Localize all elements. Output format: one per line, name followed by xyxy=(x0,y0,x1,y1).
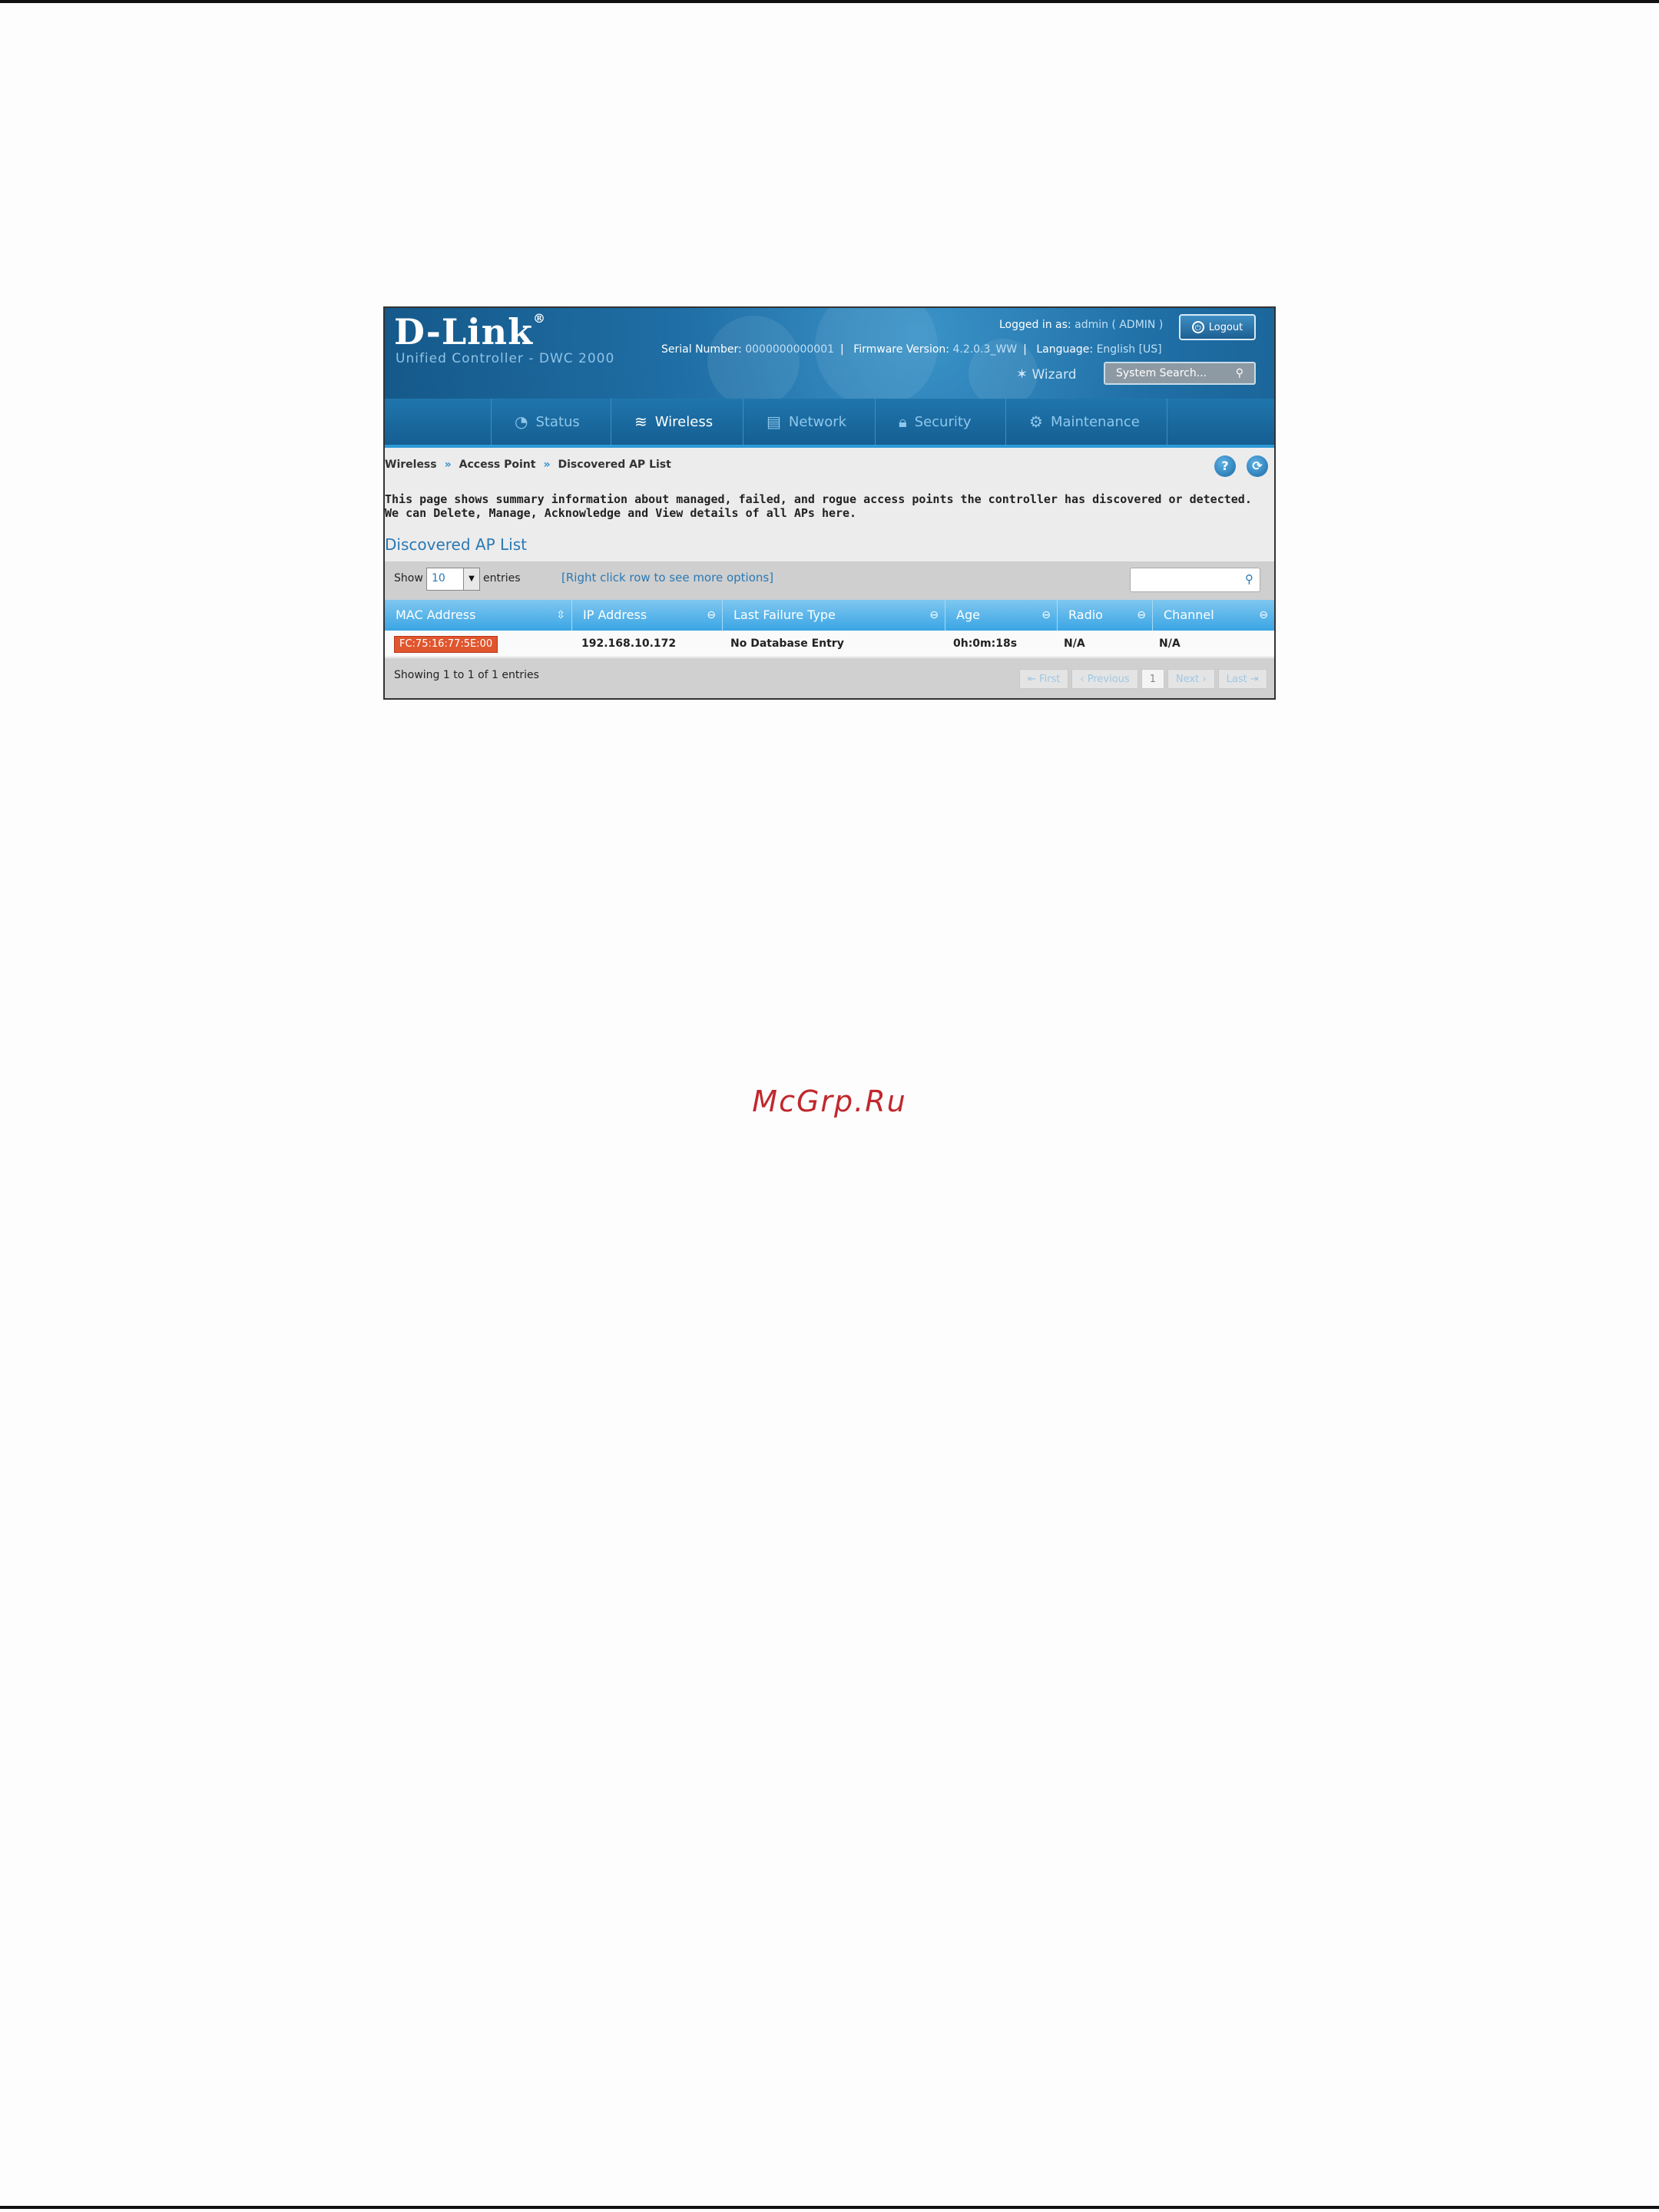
serial-number: 0000000000001 xyxy=(745,343,835,356)
sort-icon: ⊖ xyxy=(1137,609,1146,621)
sort-icon: ⊖ xyxy=(707,609,716,621)
language-link[interactable]: English [US] xyxy=(1097,343,1162,356)
nav-maintenance[interactable]: ⚙ Maintenance xyxy=(1005,399,1167,445)
logout-button[interactable]: ⏻ Logout xyxy=(1179,314,1256,340)
product-subtitle: Unified Controller - DWC 2000 xyxy=(396,351,615,366)
cell-channel: N/A xyxy=(1159,637,1181,650)
refresh-icon[interactable]: ⟳ xyxy=(1247,455,1268,477)
sort-icon: ⊖ xyxy=(1259,609,1268,621)
search-icon: ⚲ xyxy=(1235,367,1243,379)
entries-select[interactable]: 10 ▼ xyxy=(426,568,480,591)
pager-next[interactable]: Next › xyxy=(1167,669,1215,689)
col-channel[interactable]: Channel ⊖ xyxy=(1153,600,1274,631)
lock-icon: 🔒︎ xyxy=(899,412,907,431)
pager-current: 1 xyxy=(1141,669,1164,689)
col-radio[interactable]: Radio ⊖ xyxy=(1058,600,1153,631)
top-rule xyxy=(0,0,1659,3)
pager-first[interactable]: ⇤ First xyxy=(1019,669,1069,689)
pager-last[interactable]: Last ⇥ xyxy=(1217,669,1267,689)
table-row[interactable]: FC:75:16:77:5E:00 192.168.10.172 No Data… xyxy=(385,631,1274,657)
search-icon: ⚲ xyxy=(1245,572,1253,586)
sort-icon: ⊖ xyxy=(929,609,939,621)
cell-age: 0h:0m:18s xyxy=(953,637,1018,650)
firmware-version: 4.2.0.3_WW xyxy=(952,343,1018,356)
pagination: ⇤ First ‹ Previous 1 Next › Last ⇥ xyxy=(1019,669,1267,689)
cell-failure: No Database Entry xyxy=(730,637,844,650)
right-click-hint: [Right click row to see more options] xyxy=(561,571,774,584)
breadcrumb-access-point[interactable]: Access Point xyxy=(459,459,536,471)
main-nav: ◔ Status ≋ Wireless ▤ Network 🔒︎ Security ⚙ M… xyxy=(385,399,1274,448)
showing-count: Showing 1 to 1 of 1 entries xyxy=(394,669,539,681)
gears-icon: ⚙ xyxy=(1029,412,1043,431)
network-icon: ▤ xyxy=(767,412,781,431)
sort-icon: ⇳ xyxy=(556,609,565,621)
page-help-icons: ? ⟳ xyxy=(1214,455,1268,477)
wand-icon: ✶ xyxy=(1016,366,1028,382)
cell-radio: N/A xyxy=(1064,637,1085,650)
device-info: Serial Number: 0000000000001 | Firmware V… xyxy=(661,343,1162,356)
dlink-logo: D-Link® xyxy=(394,311,546,353)
col-mac-address[interactable]: MAC Address ⇳ xyxy=(385,600,572,631)
cell-ip: 192.168.10.172 xyxy=(581,637,677,650)
header-banner: D-Link® Unified Controller - DWC 2000 Lo… xyxy=(385,308,1274,408)
sort-icon: ⊖ xyxy=(1041,609,1051,621)
col-last-failure-type[interactable]: Last Failure Type ⊖ xyxy=(723,600,945,631)
dlink-screenshot: D-Link® Unified Controller - DWC 2000 Lo… xyxy=(383,306,1276,700)
table-search-input[interactable]: ⚲ xyxy=(1130,568,1260,592)
nav-wireless[interactable]: ≋ Wireless xyxy=(611,399,743,445)
table-header: MAC Address ⇳ IP Address ⊖ Last Failure Ty… xyxy=(385,600,1274,631)
logged-in-info: Logged in as: admin ( ADMIN ) xyxy=(999,319,1164,331)
wifi-icon: ≋ xyxy=(634,412,647,431)
col-age[interactable]: Age ⊖ xyxy=(945,600,1058,631)
chevron-down-icon: ▼ xyxy=(463,568,479,590)
breadcrumb: Wireless» Access Point» Discovered AP List xyxy=(385,459,671,471)
breadcrumb-current: Discovered AP List xyxy=(558,459,671,471)
bottom-rule xyxy=(0,2206,1659,2209)
col-ip-address[interactable]: IP Address ⊖ xyxy=(572,600,723,631)
cell-mac: FC:75:16:77:5E:00 xyxy=(394,631,498,657)
system-search-input[interactable]: System Search... ⚲ xyxy=(1104,362,1256,385)
help-icon[interactable]: ? xyxy=(1214,455,1236,477)
power-icon: ⏻ xyxy=(1191,321,1204,333)
table-footer: Showing 1 to 1 of 1 entries ⇤ First ‹ Pr… xyxy=(385,658,1274,698)
watermark: McGrp.Ru xyxy=(752,1084,907,1118)
gauge-icon: ◔ xyxy=(515,412,528,431)
nav-security[interactable]: 🔒︎ Security xyxy=(875,399,1005,445)
section-title: Discovered AP List xyxy=(385,535,527,554)
wizard-link[interactable]: ✶ Wizard xyxy=(1016,366,1076,382)
logged-in-user: admin ( ADMIN ) xyxy=(1075,319,1164,331)
nav-status[interactable]: ◔ Status xyxy=(491,399,611,445)
pager-previous[interactable]: ‹ Previous xyxy=(1071,669,1138,689)
nav-network[interactable]: ▤ Network xyxy=(743,399,875,445)
table-toolbar: Show 10 ▼ entries [Right click row to se… xyxy=(385,561,1274,600)
page-description: This page shows summary information abou… xyxy=(385,492,1252,520)
breadcrumb-wireless[interactable]: Wireless xyxy=(385,459,437,471)
